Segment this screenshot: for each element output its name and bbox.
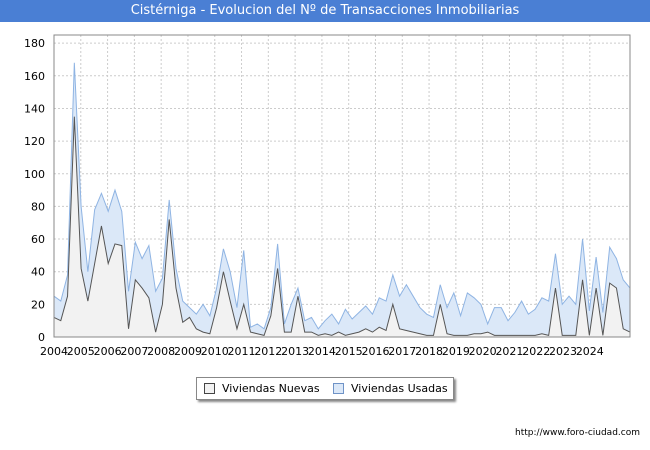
x-tick-label: 2022 bbox=[522, 345, 550, 358]
legend-label-usadas: Viviendas Usadas bbox=[351, 382, 448, 395]
y-tick-label: 100 bbox=[24, 168, 45, 181]
x-tick-label: 2009 bbox=[174, 345, 202, 358]
y-tick-label: 160 bbox=[24, 70, 45, 83]
x-tick-label: 2020 bbox=[469, 345, 497, 358]
legend-label-nuevas: Viviendas Nuevas bbox=[222, 382, 320, 395]
footer-url: http://www.foro-ciudad.com bbox=[515, 428, 640, 438]
x-tick-label: 2007 bbox=[120, 345, 148, 358]
x-tick-label: 2016 bbox=[361, 345, 389, 358]
y-tick-label: 40 bbox=[31, 266, 45, 279]
x-tick-label: 2018 bbox=[415, 345, 443, 358]
x-tick-label: 2013 bbox=[281, 345, 309, 358]
legend: Viviendas Nuevas Viviendas Usadas bbox=[196, 377, 454, 400]
x-tick-label: 2017 bbox=[388, 345, 416, 358]
x-tick-label: 2012 bbox=[254, 345, 282, 358]
x-tick-label: 2004 bbox=[40, 345, 68, 358]
legend-swatch-usadas bbox=[333, 383, 344, 394]
x-tick-label: 2008 bbox=[147, 345, 175, 358]
y-tick-label: 20 bbox=[31, 298, 45, 311]
y-tick-label: 180 bbox=[24, 37, 45, 50]
x-tick-label: 2015 bbox=[335, 345, 363, 358]
x-tick-label: 2023 bbox=[549, 345, 577, 358]
x-tick-label: 2024 bbox=[576, 345, 604, 358]
y-tick-label: 140 bbox=[24, 102, 45, 115]
x-tick-label: 2011 bbox=[228, 345, 256, 358]
x-tick-label: 2019 bbox=[442, 345, 470, 358]
y-tick-label: 0 bbox=[38, 331, 45, 344]
legend-swatch-nuevas bbox=[204, 383, 215, 394]
y-tick-label: 120 bbox=[24, 135, 45, 148]
y-tick-label: 60 bbox=[31, 233, 45, 246]
x-tick-label: 2021 bbox=[495, 345, 523, 358]
y-tick-label: 80 bbox=[31, 200, 45, 213]
x-tick-label: 2014 bbox=[308, 345, 336, 358]
x-tick-label: 2005 bbox=[67, 345, 95, 358]
x-tick-label: 2006 bbox=[94, 345, 122, 358]
x-tick-label: 2010 bbox=[201, 345, 229, 358]
